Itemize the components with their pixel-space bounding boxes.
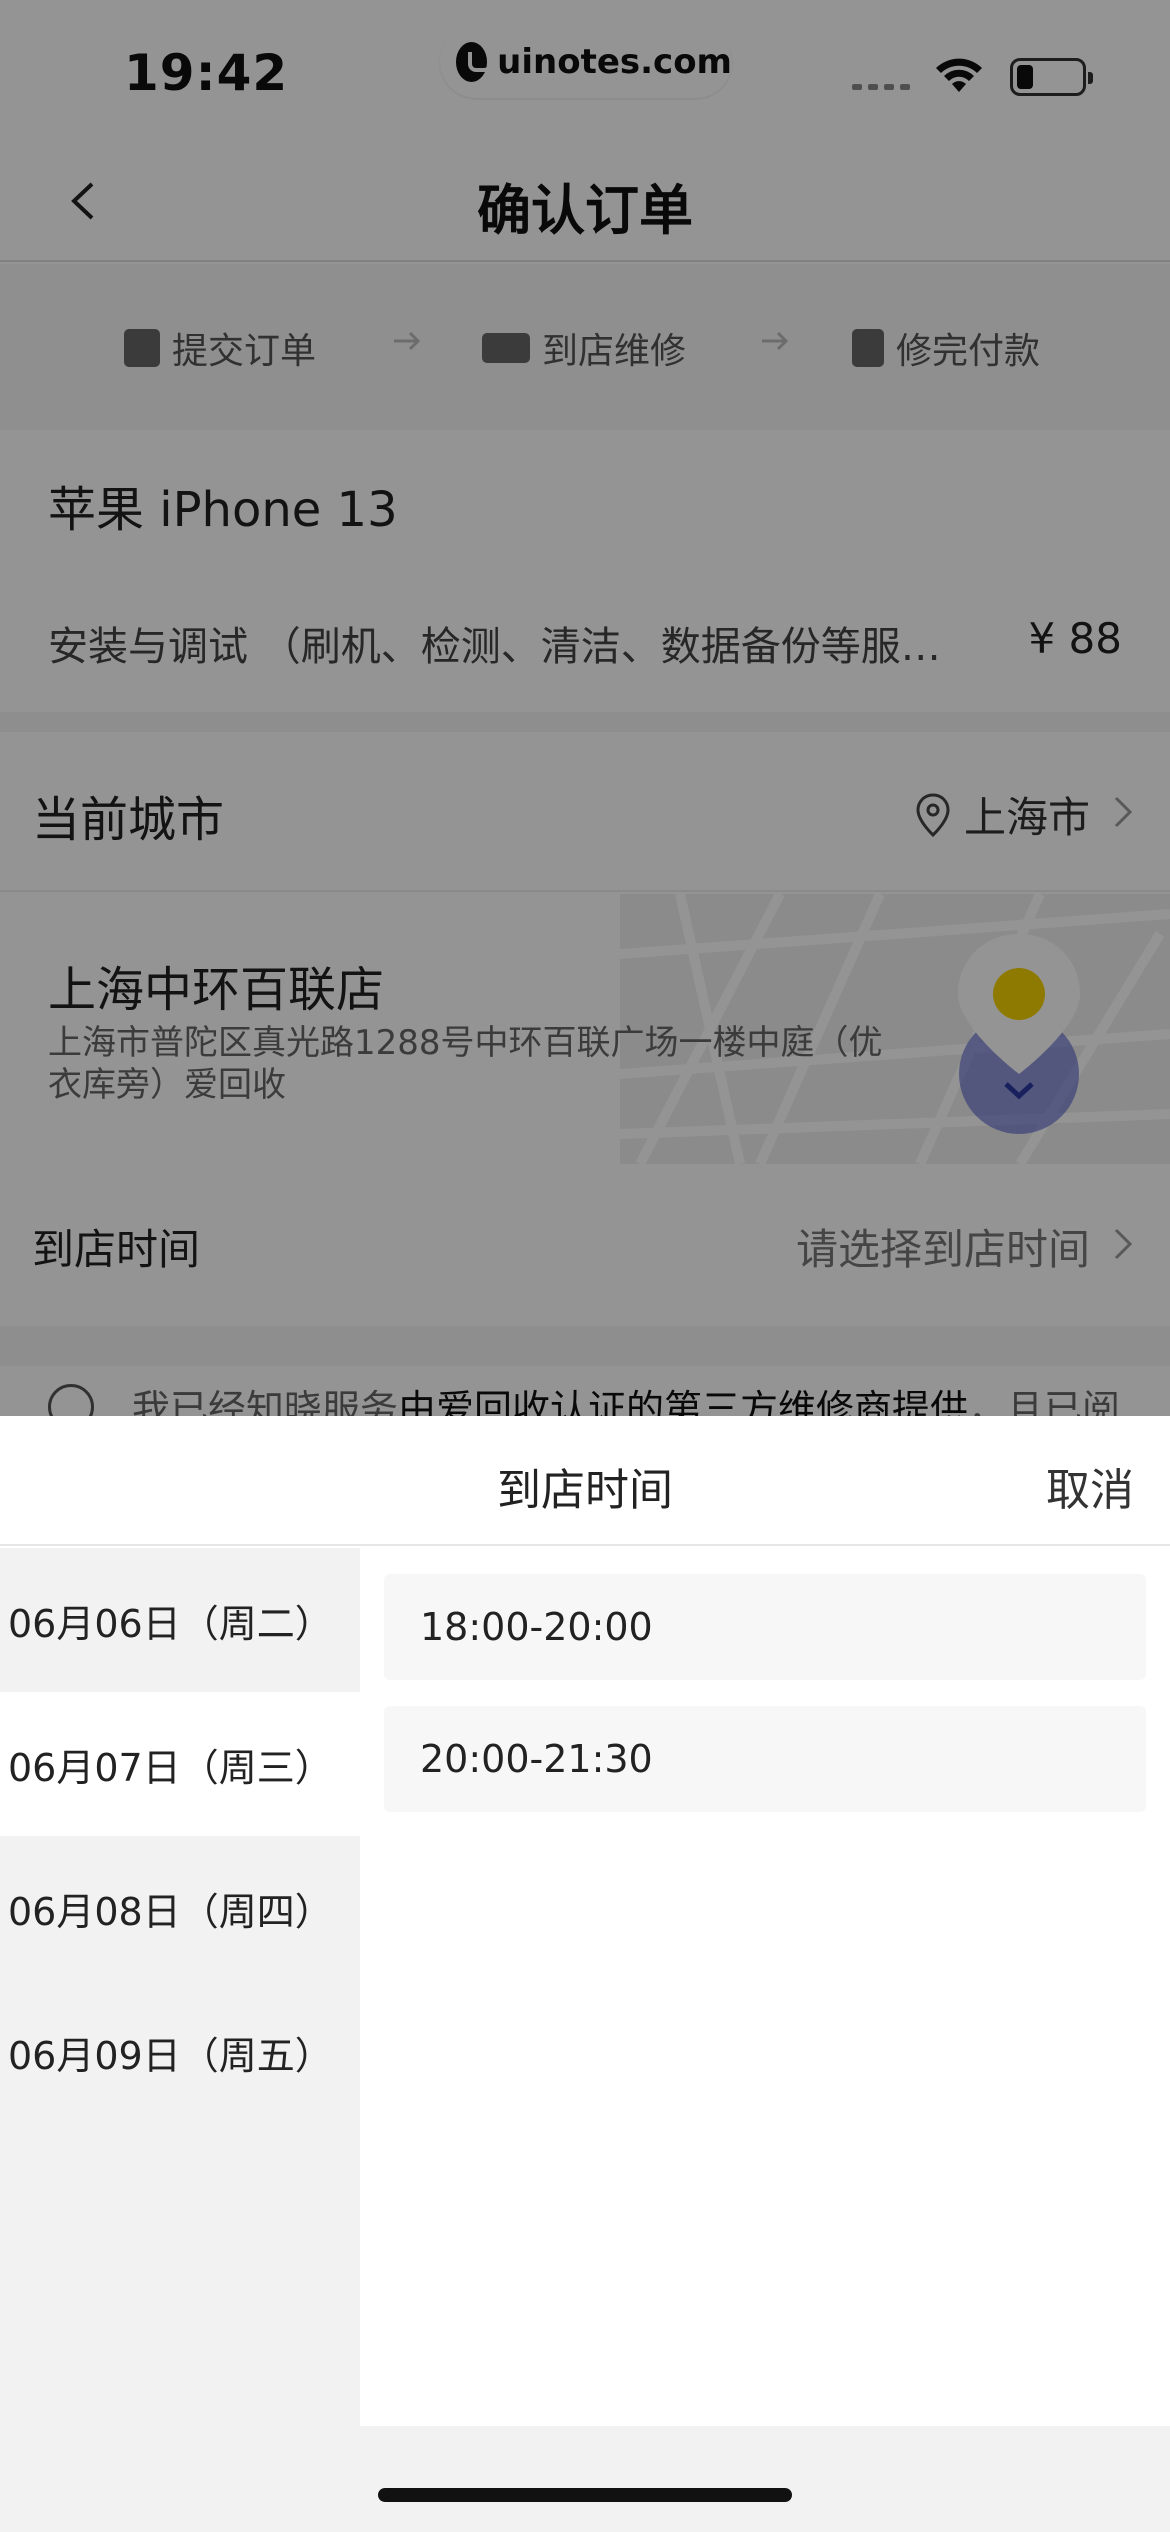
date-item-selected[interactable]: 06月07日（周三） [0, 1692, 360, 1836]
date-item[interactable]: 06月06日（周二） [0, 1548, 360, 1692]
cancel-button[interactable]: 取消 [1046, 1454, 1134, 1518]
time-slot[interactable]: 18:00-20:00 [384, 1574, 1146, 1680]
date-item[interactable]: 06月08日（周四） [0, 1836, 360, 1980]
sheet-header: 到店时间 取消 [0, 1416, 1170, 1546]
home-indicator[interactable] [378, 2488, 792, 2502]
date-list: 06月06日（周二） 06月07日（周三） 06月08日（周四） 06月09日（… [0, 1548, 360, 2426]
home-indicator-area [0, 2426, 1170, 2532]
time-slot-list: 18:00-20:00 20:00-21:30 [360, 1548, 1170, 2426]
time-slot[interactable]: 20:00-21:30 [384, 1706, 1146, 1812]
date-item[interactable]: 06月09日（周五） [0, 1980, 360, 2124]
modal-overlay[interactable] [0, 0, 1170, 1416]
sheet-title: 到店时间 [497, 1465, 673, 1516]
visit-time-sheet: 到店时间 取消 06月06日（周二） 06月07日（周三） 06月08日（周四）… [0, 1416, 1170, 2532]
